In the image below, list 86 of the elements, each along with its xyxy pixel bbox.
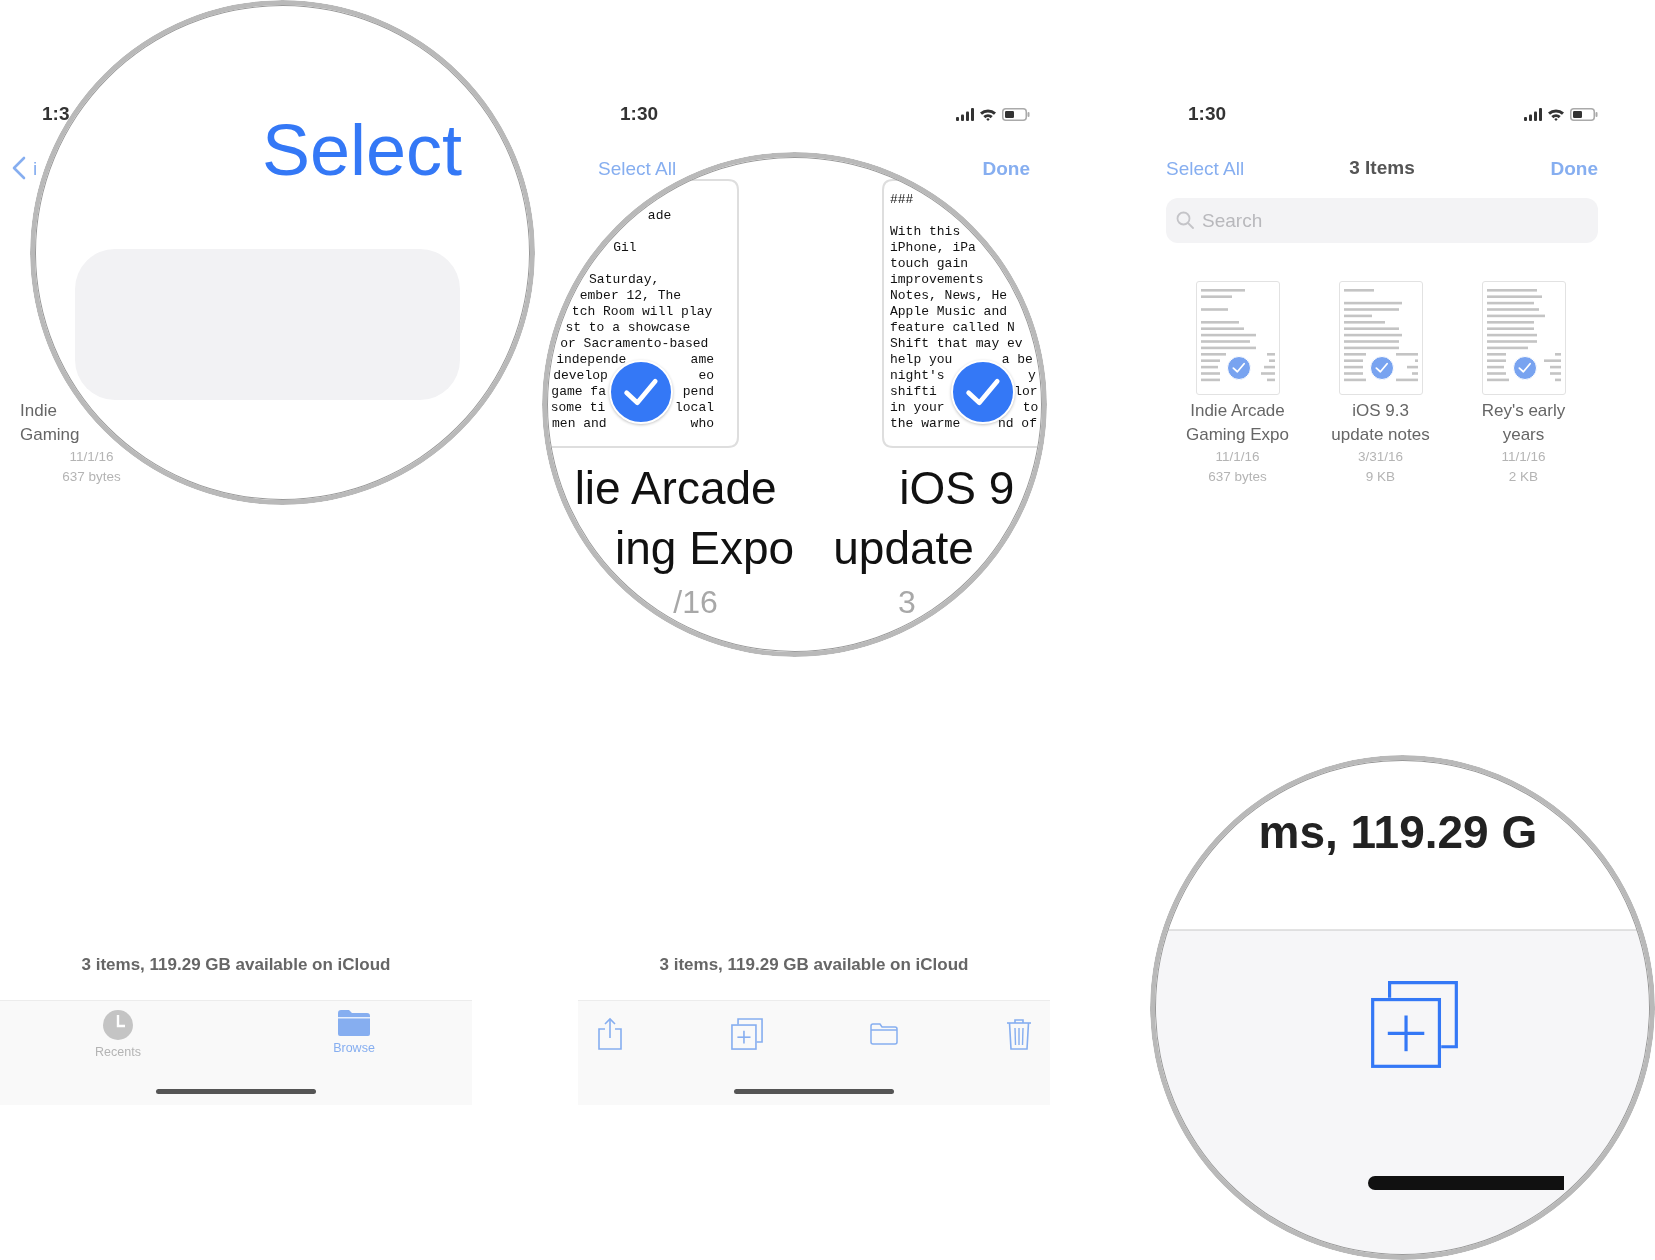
- status-time: 1:30: [620, 103, 659, 125]
- delete-button[interactable]: [1005, 1018, 1032, 1050]
- document-thumbnail[interactable]: [1195, 281, 1280, 395]
- document-text: nd of: [997, 416, 1037, 432]
- folder-icon: [337, 1009, 371, 1037]
- file-name[interactable]: Indie: [20, 399, 57, 423]
- file-date: /16: [673, 586, 718, 618]
- document-text: Gil: [613, 240, 637, 256]
- nav-title: 3 Items: [1349, 157, 1415, 179]
- folder-icon: [870, 1023, 899, 1045]
- file-name[interactable]: Rey's early years: [1481, 399, 1566, 447]
- file-date: 11/1/16: [1501, 448, 1546, 466]
- document-text: lor: [1014, 384, 1038, 400]
- document-text: develop: [553, 368, 608, 384]
- document-thumbnail[interactable]: [1481, 281, 1566, 395]
- document-text: Notes, News, He: [890, 288, 1008, 304]
- document-thumbnail[interactable]: [551, 179, 739, 448]
- clock-icon: [102, 1009, 134, 1041]
- document-text: With this: [890, 224, 961, 240]
- document-text: game fa: [551, 384, 606, 400]
- document-text: Apple Music and: [890, 304, 1008, 320]
- document-text: Shift that may ev: [890, 336, 1023, 352]
- document-thumbnail[interactable]: [882, 179, 1038, 448]
- file-name[interactable]: iOS 9.3 update notes: [1331, 399, 1430, 447]
- storage-summary: ms, 119.29 G: [1258, 809, 1538, 855]
- document-text: y: [1028, 368, 1036, 384]
- document-text: eo: [698, 368, 714, 384]
- document-text: a be: [1001, 352, 1033, 368]
- document-text: pend: [682, 384, 714, 400]
- storage-summary: 3 items, 119.29 GB available on iCloud: [80, 954, 392, 976]
- move-button[interactable]: [870, 1023, 899, 1045]
- document-text: ame: [690, 352, 714, 368]
- battery-icon: [1570, 107, 1598, 121]
- search-icon: [1176, 211, 1194, 229]
- file-name[interactable]: Gaming: [20, 423, 80, 447]
- document-text: Saturday,: [589, 272, 660, 288]
- file-date: 11/1/16: [69, 448, 114, 466]
- search-field[interactable]: Search: [1166, 198, 1598, 243]
- file-name[interactable]: Indie Arcade Gaming Expo: [1186, 399, 1289, 447]
- file-date: 3/31/16: [1357, 448, 1403, 466]
- document-text: touch gain: [890, 256, 968, 272]
- document-text: improvements: [890, 272, 984, 288]
- document-text: feature called N: [890, 320, 1015, 336]
- select-button[interactable]: Select: [262, 110, 463, 190]
- document-text: st to a showcase: [565, 320, 691, 336]
- file-size: 9 KB: [1365, 468, 1396, 486]
- wifi-icon: [979, 107, 997, 121]
- duplicate-icon: [1370, 980, 1459, 1069]
- document-text: who: [690, 416, 714, 432]
- document-text: iPhone, iPa: [890, 240, 976, 256]
- file-size: 637 bytes: [1208, 468, 1267, 486]
- document-text: ember 12, The: [579, 288, 682, 304]
- document-text: night's: [890, 368, 945, 384]
- battery-icon: [1002, 107, 1030, 121]
- document-text: to: [1022, 400, 1039, 416]
- signal-icon: [1524, 107, 1542, 121]
- document-text: ade: [647, 208, 672, 224]
- document-text: ###: [890, 192, 914, 208]
- file-name[interactable]: iOS 9: [899, 465, 1015, 511]
- document-text: in your: [890, 400, 945, 416]
- document-text: shifti: [890, 384, 937, 400]
- document-text: men and: [552, 416, 607, 432]
- signal-icon: [956, 107, 974, 121]
- status-time: 1:30: [1188, 103, 1227, 125]
- duplicate-button[interactable]: [730, 1018, 763, 1050]
- share-button[interactable]: [597, 1017, 623, 1051]
- document-text: or Sacramento-based: [560, 336, 709, 352]
- document-text: tch Room will play: [571, 304, 713, 320]
- document-thumbnail[interactable]: [1338, 281, 1423, 395]
- file-date: 11/1/16: [1215, 448, 1260, 466]
- file-size: 637 bytes: [62, 468, 121, 486]
- file-name[interactable]: lie Arcade: [574, 465, 777, 511]
- document-text: the warme: [890, 416, 961, 432]
- wifi-icon: [1547, 107, 1565, 121]
- share-icon: [597, 1017, 623, 1051]
- document-text: some ti: [550, 400, 606, 416]
- chevron-icon: [12, 156, 26, 180]
- file-date: 3: [897, 586, 916, 618]
- storage-summary: 3 items, 119.29 GB available on iCloud: [658, 954, 970, 976]
- file-size: 2 KB: [1508, 468, 1539, 486]
- trash-icon: [1005, 1018, 1032, 1050]
- document-text: help you: [890, 352, 953, 368]
- duplicate-icon: [730, 1018, 763, 1050]
- document-text: local: [675, 400, 714, 416]
- document-text: independe: [556, 352, 627, 368]
- status-time: 1:3: [42, 103, 70, 125]
